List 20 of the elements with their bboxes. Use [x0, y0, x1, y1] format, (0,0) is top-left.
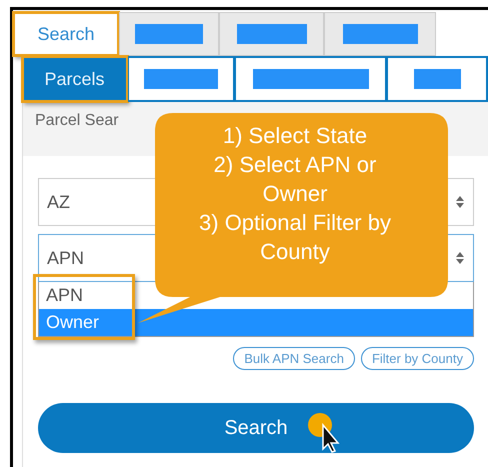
- redacted-tab[interactable]: [387, 56, 488, 102]
- dropdown-option[interactable]: Owner: [39, 309, 473, 336]
- cursor-icon: [322, 422, 340, 453]
- pill-button[interactable]: Filter by County: [360, 347, 474, 370]
- redaction-block: [135, 24, 203, 44]
- updown-arrow-icon: [455, 195, 465, 209]
- callout-text: 1) Select State: [222, 122, 368, 150]
- redaction-block: [414, 69, 460, 89]
- redacted-tab[interactable]: [324, 12, 436, 56]
- redacted-tab[interactable]: [235, 56, 387, 102]
- tab[interactable]: Parcels: [22, 56, 128, 102]
- redaction-block: [236, 24, 306, 44]
- redacted-tab[interactable]: [119, 12, 219, 56]
- redacted-tab[interactable]: [219, 12, 324, 56]
- updown-arrow-icon: [455, 251, 465, 265]
- search-button[interactable]: Search: [38, 403, 474, 453]
- callout-text: 3) Optional Filter by County: [198, 209, 392, 266]
- tab[interactable]: Search: [13, 12, 119, 56]
- pill-button[interactable]: Bulk APN Search: [233, 347, 355, 370]
- redacted-tab[interactable]: [128, 56, 235, 102]
